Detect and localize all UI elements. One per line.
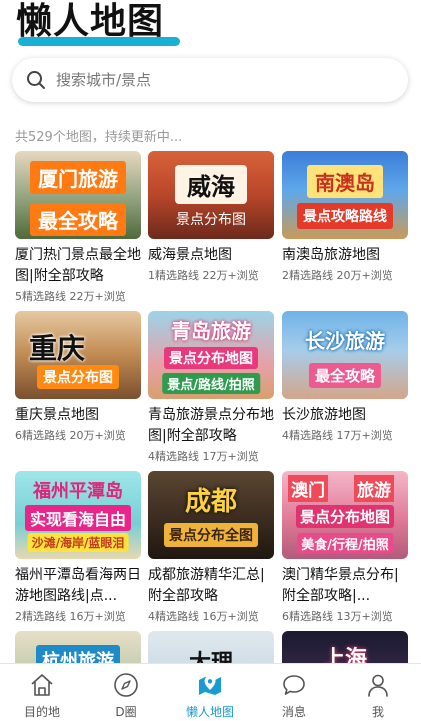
- card-title: 福州平潭岛看海两日游地图路线|点...: [15, 567, 141, 604]
- thumb-text: 福州平潭岛: [33, 481, 123, 502]
- tab-lazy-map[interactable]: 懒人地图: [168, 664, 252, 721]
- thumb-text: 威海: [175, 165, 247, 204]
- card-meta: 4精选路线 16万+浏览: [148, 610, 259, 623]
- card-title: 青岛旅游景点分布地图|附全部攻略: [148, 407, 274, 444]
- card-title: 长沙旅游地图: [282, 407, 366, 423]
- search-input[interactable]: [56, 71, 376, 89]
- compass-icon: [114, 673, 138, 697]
- card-thumbnail: 威海 景点分布图: [148, 151, 274, 239]
- thumb-text: 长沙旅游: [305, 329, 385, 353]
- card-thumbnail: 澳门 旅游 景点分布地图 美食/行程/拍照: [282, 471, 408, 559]
- thumb-text: 景点分布图: [37, 365, 119, 389]
- card-meta: 4精选路线 17万+浏览: [282, 429, 393, 442]
- card-title: 成都旅游精华汇总|附全部攻略: [148, 567, 265, 604]
- thumb-text: 景点分布地图: [164, 347, 258, 369]
- thumb-text: 重庆: [28, 332, 86, 365]
- home-icon: [31, 674, 53, 696]
- tab-d-circle[interactable]: D圈: [84, 664, 168, 721]
- thumb-text: 景点分布图: [176, 212, 246, 228]
- map-card-xiamen[interactable]: 厦门旅游 最全攻略 厦门热门景点最全地图|附全部攻略 5精选路线 22万+浏览: [15, 151, 141, 304]
- thumb-text: 旅游: [354, 475, 394, 502]
- thumb-text: 美食/行程/拍照: [297, 533, 393, 554]
- chat-bubble-icon: [283, 675, 305, 695]
- card-thumbnail: 长沙旅游 最全攻略: [282, 311, 408, 399]
- map-card-hangzhou[interactable]: 杭州旅游: [15, 631, 141, 663]
- thumb-text: 大理: [189, 645, 233, 663]
- map-card-chongqing[interactable]: 重庆 景点分布图 重庆景点地图 6精选路线 20万+浏览: [15, 311, 141, 443]
- thumb-text: 澳门: [288, 475, 328, 502]
- card-meta: 1精选路线 22万+浏览: [148, 269, 259, 282]
- thumb-text: 最全攻略: [308, 363, 382, 388]
- page-title: 懒人地图: [16, 1, 165, 42]
- card-thumbnail: 上海: [282, 631, 408, 663]
- thumb-text: 实现看海自由: [24, 505, 132, 531]
- tab-destination[interactable]: 目的地: [0, 664, 84, 721]
- map-grid: 厦门旅游 最全攻略 厦门热门景点最全地图|附全部攻略 5精选路线 22万+浏览 …: [15, 151, 408, 663]
- card-thumbnail: 杭州旅游: [15, 631, 141, 663]
- card-title: 澳门精华景点分布|附全部攻略|...: [282, 567, 399, 604]
- card-thumbnail: 厦门旅游 最全攻略: [15, 151, 141, 239]
- map-card-chengdu[interactable]: 成都 景点分布全图 成都旅游精华汇总|附全部攻略 4精选路线 16万+浏览: [148, 471, 274, 624]
- map-card-pingtan[interactable]: 福州平潭岛 实现看海自由 沙滩/海岸/蓝眼泪 福州平潭岛看海两日游地图路线|点.…: [15, 471, 141, 624]
- card-meta: 5精选路线 22万+浏览: [15, 290, 126, 303]
- map-card-shanghai[interactable]: 上海: [282, 631, 408, 663]
- card-title: 重庆景点地图: [15, 407, 99, 423]
- map-card-qingdao[interactable]: 青岛旅游 景点分布地图 景点/路线/拍照 青岛旅游景点分布地图|附全部攻略 4精…: [148, 311, 274, 464]
- tab-me[interactable]: 我: [336, 664, 420, 721]
- header: 懒人地图: [16, 0, 180, 48]
- thumb-text: 青岛旅游: [171, 319, 251, 343]
- card-title: 威海景点地图: [148, 247, 232, 263]
- thumb-text: 景点分布地图: [295, 505, 395, 528]
- thumb-text: 成都: [184, 487, 238, 517]
- map-pin-icon: [199, 676, 221, 695]
- thumb-text: 沙滩/海岸/蓝眼泪: [27, 533, 129, 552]
- search-bar[interactable]: [12, 58, 408, 102]
- thumb-text: 厦门旅游: [30, 161, 126, 194]
- thumb-text: 景点/路线/拍照: [162, 373, 260, 394]
- thumb-text: 杭州旅游: [36, 645, 120, 663]
- map-card-changsha[interactable]: 长沙旅游 最全攻略 长沙旅游地图 4精选路线 17万+浏览: [282, 311, 408, 443]
- map-count-text: 共529个地图，持续更新中...: [15, 130, 183, 145]
- card-thumbnail: 福州平潭岛 实现看海自由 沙滩/海岸/蓝眼泪: [15, 471, 141, 559]
- card-meta: 6精选路线 20万+浏览: [15, 429, 126, 442]
- card-thumbnail: 南澳岛 景点攻略路线: [282, 151, 408, 239]
- card-meta: 4精选路线 17万+浏览: [148, 450, 259, 463]
- thumb-text: 最全攻略: [30, 203, 126, 236]
- card-title: 南澳岛旅游地图: [282, 247, 380, 263]
- thumb-text: 上海: [322, 647, 368, 663]
- map-card-dali[interactable]: 大理: [148, 631, 274, 663]
- card-title: 厦门热门景点最全地图|附全部攻略: [15, 247, 141, 284]
- card-meta: 2精选路线 20万+浏览: [282, 269, 393, 282]
- thumb-text: 南澳岛: [307, 165, 383, 198]
- card-meta: 2精选路线 16万+浏览: [15, 610, 126, 623]
- bottom-tab-bar: 目的地 D圈 懒人地图 消息 我: [0, 663, 421, 721]
- card-thumbnail: 成都 景点分布全图: [148, 471, 274, 559]
- map-card-weihai[interactable]: 威海 景点分布图 威海景点地图 1精选路线 22万+浏览: [148, 151, 274, 283]
- thumb-text: 景点分布全图: [164, 523, 258, 547]
- map-card-nanao[interactable]: 南澳岛 景点攻略路线 南澳岛旅游地图 2精选路线 20万+浏览: [282, 151, 408, 283]
- user-icon: [368, 674, 388, 697]
- card-thumbnail: 大理: [148, 631, 274, 663]
- card-thumbnail: 重庆 景点分布图: [15, 311, 141, 399]
- search-icon: [27, 71, 45, 89]
- card-thumbnail: 青岛旅游 景点分布地图 景点/路线/拍照: [148, 311, 274, 399]
- thumb-text: 景点攻略路线: [297, 203, 393, 229]
- card-meta: 6精选路线 13万+浏览: [282, 610, 393, 623]
- map-card-macau[interactable]: 澳门 旅游 景点分布地图 美食/行程/拍照 澳门精华景点分布|附全部攻略|...…: [282, 471, 408, 624]
- tab-messages[interactable]: 消息: [252, 664, 336, 721]
